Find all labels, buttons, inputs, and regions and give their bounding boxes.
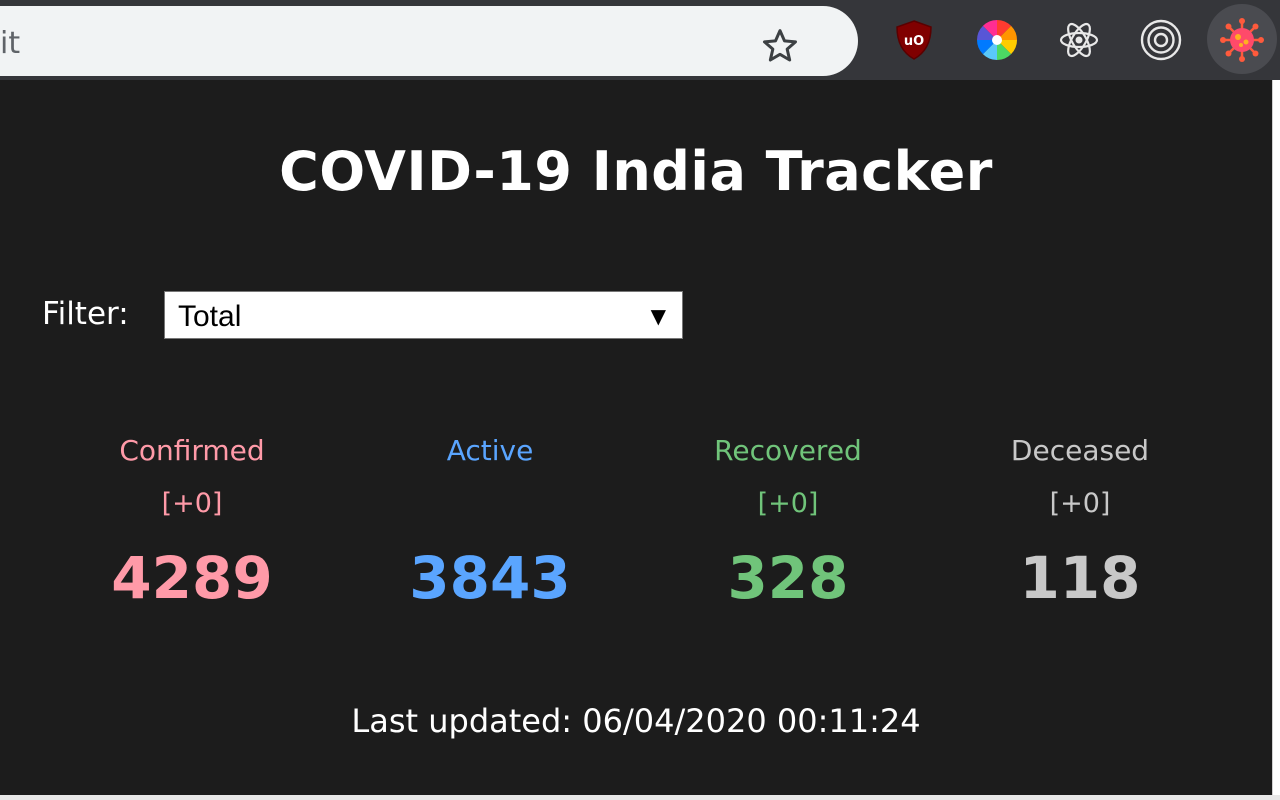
address-bar[interactable]: it <box>0 6 858 76</box>
stat-deceased: Deceased [+0] 118 <box>930 426 1230 608</box>
react-devtools-icon[interactable] <box>1057 18 1101 62</box>
address-bar-text: it <box>0 26 21 61</box>
covid-virus-icon[interactable] <box>1220 18 1264 62</box>
stat-value: 328 <box>727 544 849 612</box>
stat-value: 3843 <box>409 544 571 612</box>
stat-value: 4289 <box>111 544 273 612</box>
filter-label: Filter: <box>42 296 129 332</box>
stat-label: Confirmed <box>119 434 265 467</box>
stat-delta: [+0] <box>161 488 223 519</box>
bookmark-star-icon[interactable] <box>760 26 800 66</box>
stat-label: Recovered <box>714 434 862 467</box>
stat-label: Deceased <box>1010 434 1150 467</box>
stat-delta: [+0] <box>757 488 819 519</box>
page-title: COVID-19 India Tracker <box>279 140 993 203</box>
target-rings-icon[interactable] <box>1139 18 1183 62</box>
filter-select[interactable]: Total ▼ <box>164 291 683 339</box>
tracker-popup: COVID-19 India Tracker Filter: Total ▼ C… <box>0 80 1272 795</box>
window-edge <box>1272 80 1280 795</box>
stat-label: Active <box>446 434 534 467</box>
filter-selected-value: Total <box>178 300 242 333</box>
color-wheel-icon[interactable] <box>975 18 1019 62</box>
stat-delta: [+0] <box>1049 488 1111 519</box>
ublock-origin-icon[interactable]: uO <box>892 18 936 62</box>
svg-text:uO: uO <box>904 34 924 49</box>
dropdown-arrow-icon: ▼ <box>650 304 666 328</box>
window-bottom-edge <box>0 795 1280 800</box>
last-updated: Last updated: 06/04/2020 00:11:24 <box>351 702 921 740</box>
stat-active: Active 3843 <box>340 426 640 608</box>
stat-value: 118 <box>1019 544 1141 612</box>
stat-recovered: Recovered [+0] 328 <box>638 426 938 608</box>
browser-toolbar: it uO <box>0 0 1280 80</box>
stat-confirmed: Confirmed [+0] 4289 <box>42 426 342 608</box>
stat-delta <box>340 478 640 530</box>
